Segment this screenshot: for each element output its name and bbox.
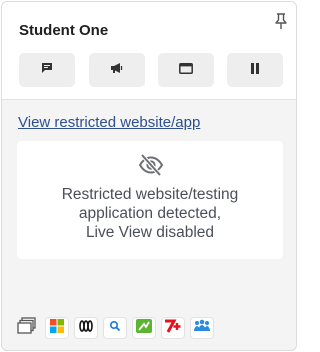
student-name: Student One bbox=[19, 22, 109, 39]
pause-button[interactable] bbox=[227, 53, 283, 87]
all-windows-button[interactable] bbox=[15, 316, 39, 340]
abc-icon bbox=[78, 319, 94, 337]
notice-message: Restricted website/testing application d… bbox=[17, 185, 283, 242]
student-card: Student One View restricted website/app … bbox=[1, 1, 297, 351]
pin-button[interactable] bbox=[272, 13, 290, 35]
app-people[interactable] bbox=[190, 317, 214, 339]
message-button[interactable] bbox=[19, 53, 75, 87]
window-icon bbox=[179, 61, 193, 79]
announce-button[interactable] bbox=[89, 53, 145, 87]
notice-line: Live View disabled bbox=[85, 224, 215, 241]
seven-plus-icon bbox=[164, 319, 182, 338]
view-restricted-link[interactable]: View restricted website/app bbox=[18, 114, 200, 131]
app-search[interactable] bbox=[103, 317, 127, 339]
microsoft-icon bbox=[50, 318, 64, 338]
notice-line: application detected, bbox=[78, 205, 222, 222]
open-apps-bar bbox=[15, 316, 285, 341]
eye-slash-icon bbox=[138, 153, 164, 177]
card-header: Student One bbox=[2, 2, 296, 100]
megaphone-icon bbox=[110, 61, 124, 79]
message-icon bbox=[41, 61, 53, 79]
stacked-windows-icon bbox=[17, 316, 37, 340]
notice-line: Restricted website/testing bbox=[61, 186, 239, 203]
app-green[interactable] bbox=[132, 317, 156, 339]
pause-icon bbox=[250, 61, 260, 79]
search-icon bbox=[109, 319, 121, 337]
app-seven-plus[interactable] bbox=[161, 317, 185, 339]
people-icon bbox=[193, 319, 211, 338]
action-bar bbox=[19, 53, 283, 87]
live-view-disabled-notice: Restricted website/testing application d… bbox=[17, 141, 283, 259]
app-microsoft[interactable] bbox=[45, 317, 69, 339]
green-arrow-icon bbox=[136, 318, 152, 338]
pin-icon bbox=[274, 13, 288, 35]
window-button[interactable] bbox=[158, 53, 214, 87]
app-abc[interactable] bbox=[74, 317, 98, 339]
